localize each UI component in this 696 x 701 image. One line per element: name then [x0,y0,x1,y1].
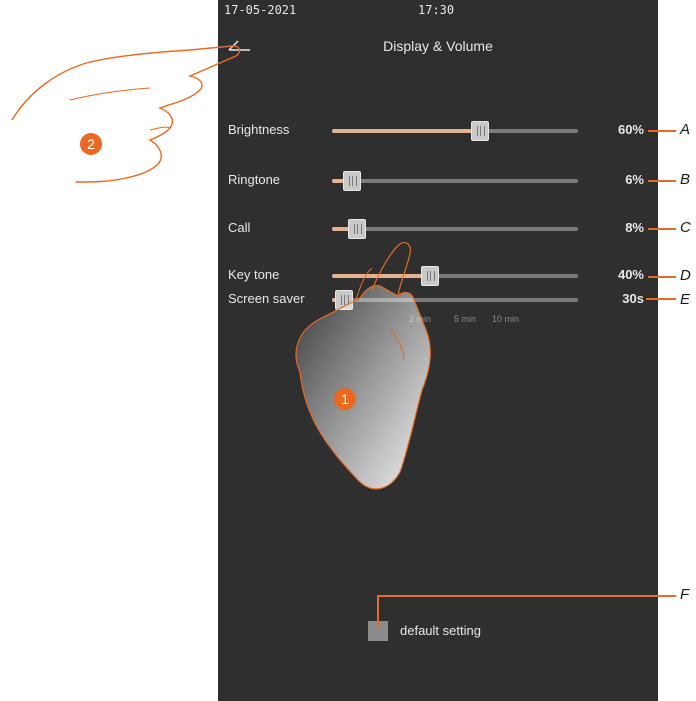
callout-e: E [680,291,691,308]
callout-c: C [680,219,691,236]
callout-d: D [680,267,691,284]
pointing-hand-icon-1 [295,241,431,490]
step-badge-1: 1 [334,388,356,410]
pointing-hand-icon-2 [11,45,241,183]
step-badge-2: 2 [80,133,102,155]
callout-f: F [680,586,690,603]
callout-b: B [680,171,691,188]
callout-a: A [680,121,691,138]
hand-illustrations [11,45,676,626]
